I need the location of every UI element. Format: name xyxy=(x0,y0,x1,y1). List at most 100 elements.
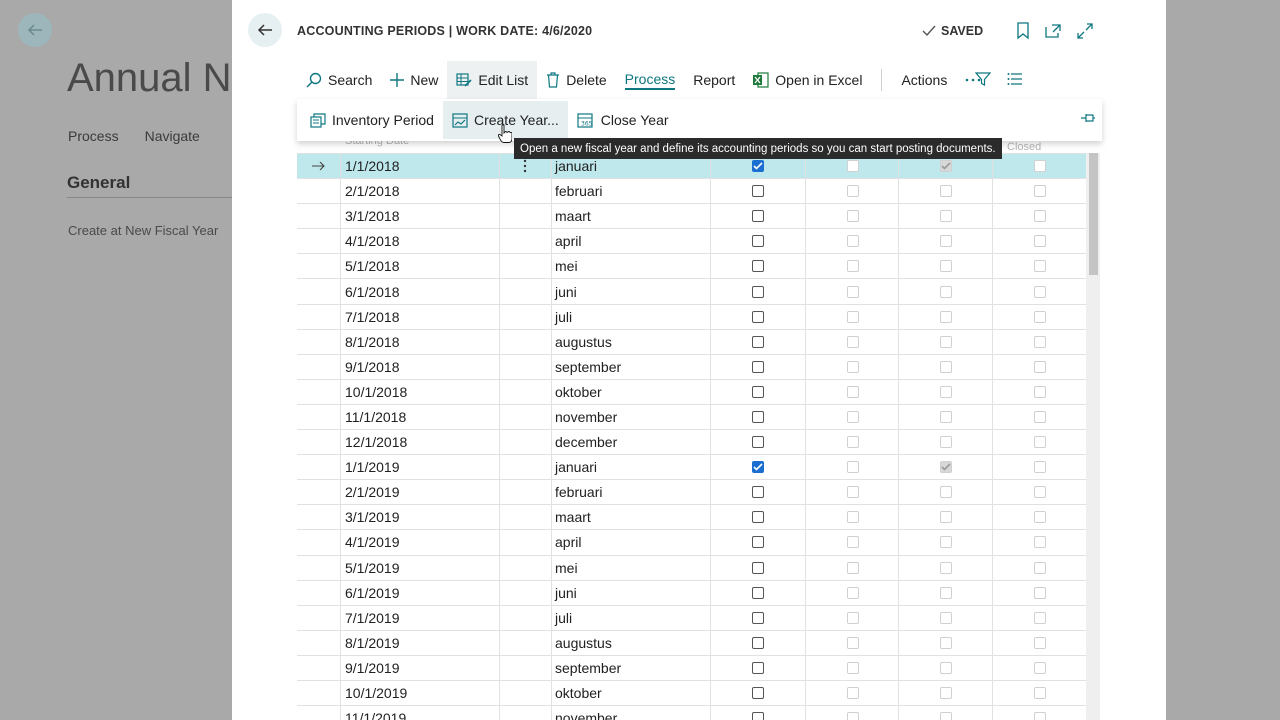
starting-date-cell[interactable]: 2/1/2019 xyxy=(345,480,400,504)
new-fiscal-year-checkbox[interactable] xyxy=(752,285,764,298)
bookmark-icon[interactable] xyxy=(1014,22,1032,40)
name-cell[interactable]: april xyxy=(555,530,581,554)
name-cell[interactable]: maart xyxy=(555,505,591,529)
new-fiscal-year-checkbox[interactable] xyxy=(752,385,764,398)
table-row[interactable]: 5/1/2019 mei xyxy=(297,554,1087,580)
edit-list-button[interactable]: Edit List xyxy=(447,61,538,99)
table-row[interactable]: 10/1/2019 oktober xyxy=(297,679,1087,706)
starting-date-cell[interactable]: 6/1/2018 xyxy=(345,279,400,303)
starting-date-cell[interactable]: 1/1/2019 xyxy=(345,455,400,479)
starting-date-cell[interactable]: 8/1/2018 xyxy=(345,330,400,354)
table-row[interactable]: 6/1/2019 juni xyxy=(297,579,1087,605)
name-cell[interactable]: januari xyxy=(555,455,597,479)
starting-date-cell[interactable]: 8/1/2019 xyxy=(345,631,400,655)
table-row[interactable]: 2/1/2018 februari xyxy=(297,178,1087,204)
name-cell[interactable]: november xyxy=(555,706,617,720)
tab-process[interactable]: Process xyxy=(616,61,685,99)
table-row[interactable]: 8/1/2019 augustus xyxy=(297,629,1087,655)
starting-date-cell[interactable]: 9/1/2019 xyxy=(345,656,400,680)
starting-date-cell[interactable]: 4/1/2019 xyxy=(345,530,400,554)
name-cell[interactable]: september xyxy=(555,656,621,680)
name-cell[interactable]: oktober xyxy=(555,380,602,404)
starting-date-cell[interactable]: 4/1/2018 xyxy=(345,229,400,253)
new-fiscal-year-checkbox[interactable] xyxy=(752,310,764,323)
new-fiscal-year-checkbox[interactable] xyxy=(752,461,764,474)
list-view-icon[interactable] xyxy=(1007,71,1023,92)
new-fiscal-year-checkbox[interactable] xyxy=(752,586,764,599)
new-fiscal-year-checkbox[interactable] xyxy=(752,260,764,273)
starting-date-cell[interactable]: 12/1/2018 xyxy=(345,430,407,454)
close-year-button[interactable]: 365 Close Year xyxy=(568,101,678,139)
table-row[interactable]: 7/1/2018 juli xyxy=(297,303,1087,329)
search-button[interactable]: Search xyxy=(297,61,381,99)
table-row[interactable]: 3/1/2018 maart xyxy=(297,203,1087,229)
new-fiscal-year-checkbox[interactable] xyxy=(752,185,764,198)
new-fiscal-year-checkbox[interactable] xyxy=(752,712,764,720)
new-button[interactable]: New xyxy=(381,61,447,99)
table-row[interactable]: 4/1/2018 april xyxy=(297,228,1087,254)
pin-icon[interactable] xyxy=(1080,111,1096,130)
name-cell[interactable]: februari xyxy=(555,179,602,203)
name-cell[interactable]: juli xyxy=(555,305,572,329)
new-fiscal-year-checkbox[interactable] xyxy=(752,661,764,674)
table-row[interactable]: 1/1/2019 januari xyxy=(297,454,1087,480)
name-cell[interactable]: oktober xyxy=(555,681,602,705)
name-cell[interactable]: april xyxy=(555,229,581,253)
new-fiscal-year-checkbox[interactable] xyxy=(752,536,764,549)
back-button[interactable] xyxy=(248,13,282,47)
starting-date-cell[interactable]: 11/1/2018 xyxy=(345,405,406,429)
new-fiscal-year-checkbox[interactable] xyxy=(752,335,764,348)
name-cell[interactable]: augustus xyxy=(555,631,612,655)
new-fiscal-year-checkbox[interactable] xyxy=(752,210,764,223)
starting-date-cell[interactable]: 6/1/2019 xyxy=(345,581,400,605)
name-cell[interactable]: september xyxy=(555,355,621,379)
table-row[interactable]: 9/1/2018 september xyxy=(297,353,1087,379)
new-fiscal-year-checkbox[interactable] xyxy=(752,687,764,700)
name-cell[interactable]: december xyxy=(555,430,617,454)
table-row[interactable]: 9/1/2019 september xyxy=(297,654,1087,680)
actions-menu[interactable]: Actions xyxy=(892,61,956,99)
name-cell[interactable]: november xyxy=(555,405,617,429)
starting-date-cell[interactable]: 10/1/2018 xyxy=(345,380,407,404)
starting-date-cell[interactable]: 9/1/2018 xyxy=(345,355,400,379)
name-cell[interactable]: juni xyxy=(555,581,577,605)
open-new-window-icon[interactable] xyxy=(1044,22,1062,40)
starting-date-cell[interactable]: 5/1/2019 xyxy=(345,556,400,580)
new-fiscal-year-checkbox[interactable] xyxy=(752,436,764,449)
table-row[interactable]: 8/1/2018 augustus xyxy=(297,328,1087,354)
new-fiscal-year-checkbox[interactable] xyxy=(752,160,764,173)
new-fiscal-year-checkbox[interactable] xyxy=(752,636,764,649)
table-row[interactable]: 10/1/2018 oktober xyxy=(297,378,1087,404)
table-row[interactable]: 2/1/2019 februari xyxy=(297,479,1087,505)
table-row[interactable]: 3/1/2019 maart xyxy=(297,504,1087,530)
new-fiscal-year-checkbox[interactable] xyxy=(752,360,764,373)
starting-date-cell[interactable]: 7/1/2019 xyxy=(345,606,400,630)
scrollbar-thumb[interactable] xyxy=(1089,153,1098,275)
starting-date-cell[interactable]: 2/1/2018 xyxy=(345,179,400,203)
open-in-excel-button[interactable]: Open in Excel xyxy=(744,61,871,99)
inventory-period-button[interactable]: Inventory Period xyxy=(301,101,443,139)
name-cell[interactable]: mei xyxy=(555,556,578,580)
new-fiscal-year-checkbox[interactable] xyxy=(752,511,764,524)
filter-icon[interactable] xyxy=(974,71,992,92)
table-row[interactable]: 5/1/2018 mei xyxy=(297,253,1087,279)
starting-date-cell[interactable]: 3/1/2018 xyxy=(345,204,400,228)
new-fiscal-year-checkbox[interactable] xyxy=(752,486,764,499)
name-cell[interactable]: augustus xyxy=(555,330,612,354)
starting-date-cell[interactable]: 7/1/2018 xyxy=(345,305,400,329)
new-fiscal-year-checkbox[interactable] xyxy=(752,410,764,423)
starting-date-cell[interactable]: 10/1/2019 xyxy=(345,681,407,705)
name-cell[interactable]: juni xyxy=(555,279,577,303)
delete-button[interactable]: Delete xyxy=(537,61,615,99)
new-fiscal-year-checkbox[interactable] xyxy=(752,235,764,248)
table-row[interactable]: 4/1/2019 april xyxy=(297,529,1087,555)
table-row[interactable]: 6/1/2018 juni xyxy=(297,278,1087,304)
tab-report[interactable]: Report xyxy=(684,61,744,99)
name-cell[interactable]: juli xyxy=(555,606,572,630)
name-cell[interactable]: februari xyxy=(555,480,602,504)
starting-date-cell[interactable]: 1/1/2018 xyxy=(345,154,400,178)
table-row[interactable]: 7/1/2019 juli xyxy=(297,604,1087,630)
table-row[interactable]: 12/1/2018 december xyxy=(297,429,1087,455)
table-row[interactable]: 11/1/2018 november xyxy=(297,403,1087,430)
starting-date-cell[interactable]: 11/1/2019 xyxy=(345,706,406,720)
